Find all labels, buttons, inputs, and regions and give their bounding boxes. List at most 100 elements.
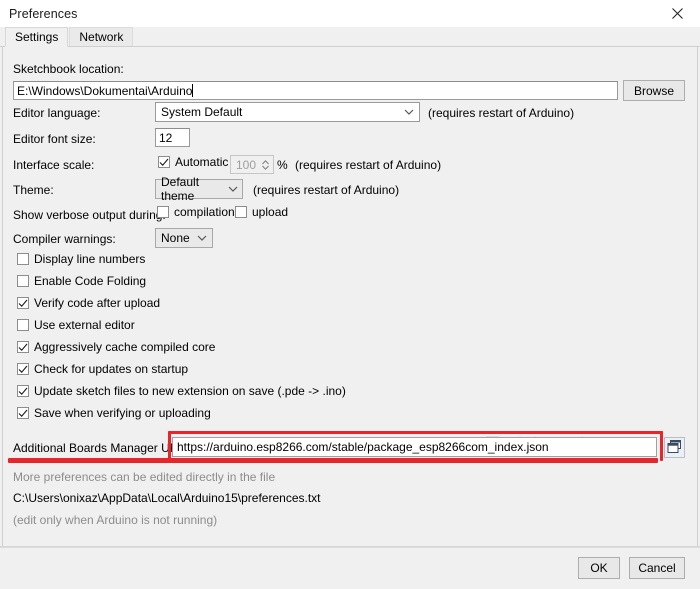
checkbox-box <box>17 275 29 287</box>
boards-urls-input[interactable]: https://arduino.esp8266.com/stable/packa… <box>172 437 657 457</box>
highlight-top-edge <box>168 431 663 434</box>
edit-only-hint-row: (edit only when Arduino is not running) <box>13 513 217 527</box>
cancel-button-label: Cancel <box>638 561 676 575</box>
checkbox-box <box>17 297 29 309</box>
preferences-path-row: C:\Users\onixaz\AppData\Local\Arduino15\… <box>13 491 321 505</box>
interface-scale-automatic-checkbox[interactable]: Automatic <box>158 155 228 169</box>
editor-language-value: System Default <box>161 105 243 119</box>
checkbox-label: Verify code after upload <box>34 296 161 310</box>
highlight-underline <box>8 458 658 463</box>
checkbox-box <box>17 319 29 331</box>
interface-scale-hint: (requires restart of Arduino) <box>295 158 442 172</box>
checkbox-label: Aggressively cache compiled core <box>34 340 216 354</box>
window-title: Preferences <box>9 6 78 21</box>
highlight-left-edge <box>168 431 171 461</box>
stepper-arrows-icon[interactable] <box>260 159 271 171</box>
checkbox-box <box>157 206 169 218</box>
tab-strip: Settings Network <box>0 27 700 47</box>
theme-label: Theme: <box>13 183 54 197</box>
sketchbook-location-label-row: Sketchbook location: <box>13 62 124 76</box>
editor-language-label-row: Editor language: <box>13 106 100 120</box>
checkbox-aggressively-cache-compiled-core[interactable]: Aggressively cache compiled core <box>17 340 215 354</box>
editor-language-hint-row: (requires restart of Arduino) <box>428 106 574 120</box>
editor-font-size-label-row: Editor font size: <box>13 132 96 146</box>
checkbox-box <box>158 156 170 168</box>
chevron-down-icon <box>228 183 238 195</box>
checkbox-label: Check for updates on startup <box>34 362 189 376</box>
title-bar: Preferences <box>0 0 700 27</box>
checkbox-label: Use external editor <box>34 318 135 332</box>
checkbox-verify-code-after-upload[interactable]: Verify code after upload <box>17 296 160 310</box>
theme-hint-row: (requires restart of Arduino) <box>253 183 399 197</box>
interface-scale-label-row: Interface scale: <box>13 158 94 172</box>
more-preferences-hint: More preferences can be edited directly … <box>13 470 276 484</box>
text-caret <box>192 84 194 97</box>
checkbox-enable-code-folding[interactable]: Enable Code Folding <box>17 274 146 288</box>
more-preferences-hint-row: More preferences can be edited directly … <box>13 470 275 484</box>
editor-language-select[interactable]: System Default <box>155 102 420 122</box>
editor-language-label: Editor language: <box>13 106 101 120</box>
editor-language-hint: (requires restart of Arduino) <box>428 106 575 120</box>
browse-button[interactable]: Browse <box>623 80 685 101</box>
cancel-button[interactable]: Cancel <box>629 557 685 579</box>
checkbox-label: Save when verifying or uploading <box>34 406 211 420</box>
checkbox-box <box>17 253 29 265</box>
checkbox-box <box>17 363 29 375</box>
preferences-path: C:\Users\onixaz\AppData\Local\Arduino15\… <box>13 491 321 505</box>
footer-separator <box>0 547 700 548</box>
compiler-warnings-value: None <box>161 231 190 245</box>
dialog-footer: OK Cancel <box>0 546 700 589</box>
edit-only-hint: (edit only when Arduino is not running) <box>13 513 218 527</box>
checkbox-display-line-numbers[interactable]: Display line numbers <box>17 252 145 266</box>
compiler-warnings-label: Compiler warnings: <box>13 232 116 246</box>
sketchbook-location-value: E:\Windows\Dokumentai\Arduino <box>17 83 193 98</box>
ok-button[interactable]: OK <box>578 557 620 579</box>
editor-font-size-label: Editor font size: <box>13 132 96 146</box>
editor-font-size-input[interactable]: 12 <box>155 128 190 147</box>
boards-urls-open-editor-button[interactable] <box>664 437 685 458</box>
interface-scale-percent: % <box>277 158 288 172</box>
theme-hint: (requires restart of Arduino) <box>253 183 400 197</box>
tab-settings[interactable]: Settings <box>5 27 69 47</box>
checkbox-check-for-updates-on-startup[interactable]: Check for updates on startup <box>17 362 188 376</box>
checkbox-label: Display line numbers <box>34 252 146 266</box>
interface-scale-hint-row: (requires restart of Arduino) <box>295 158 441 172</box>
settings-panel: Sketchbook location: E:\Windows\Dokument… <box>0 47 700 546</box>
preferences-window: Preferences Settings Network Sketchbook … <box>0 0 700 589</box>
editor-font-size-value: 12 <box>159 130 173 145</box>
verbose-output-label: Show verbose output during: <box>13 208 166 222</box>
theme-value: Default theme <box>161 175 200 203</box>
theme-label-row: Theme: <box>13 183 54 197</box>
tab-settings-label: Settings <box>15 30 59 44</box>
ok-button-label: OK <box>590 561 608 575</box>
tab-network[interactable]: Network <box>69 27 134 47</box>
interface-scale-percent-row: % <box>277 158 288 172</box>
verbose-output-label-row: Show verbose output during: <box>13 208 166 222</box>
checkbox-save-when-verifying-or-uploading[interactable]: Save when verifying or uploading <box>17 406 211 420</box>
browse-button-label: Browse <box>633 83 674 98</box>
verbose-compilation-checkbox[interactable]: compilation <box>157 205 235 219</box>
verbose-upload-checkbox[interactable]: upload <box>235 205 288 219</box>
interface-scale-label: Interface scale: <box>13 158 95 172</box>
compiler-warnings-select[interactable]: None <box>155 228 213 248</box>
tab-network-label: Network <box>79 30 124 44</box>
boards-urls-value: https://arduino.esp8266.com/stable/packa… <box>177 440 549 454</box>
cascading-windows-icon <box>667 439 682 457</box>
checkbox-box <box>17 385 29 397</box>
verbose-upload-label: upload <box>252 205 289 219</box>
close-icon[interactable] <box>655 0 700 27</box>
checkbox-update-sketch-files-extension[interactable]: Update sketch files to new extension on … <box>17 384 346 398</box>
tab-strip-underline <box>0 46 700 47</box>
checkbox-box <box>235 206 247 218</box>
checkbox-use-external-editor[interactable]: Use external editor <box>17 318 135 332</box>
checkbox-label: Enable Code Folding <box>34 274 147 288</box>
checkbox-box <box>17 407 29 419</box>
theme-select[interactable]: Default theme <box>155 175 243 203</box>
sketchbook-location-input[interactable]: E:\Windows\Dokumentai\Arduino <box>13 81 618 100</box>
interface-scale-stepper[interactable]: 100 <box>230 155 274 174</box>
compiler-warnings-label-row: Compiler warnings: <box>13 232 116 246</box>
checkbox-box <box>17 341 29 353</box>
chevron-down-icon <box>196 232 208 244</box>
verbose-compilation-label: compilation <box>174 205 235 219</box>
interface-scale-automatic-label: Automatic <box>175 155 229 169</box>
